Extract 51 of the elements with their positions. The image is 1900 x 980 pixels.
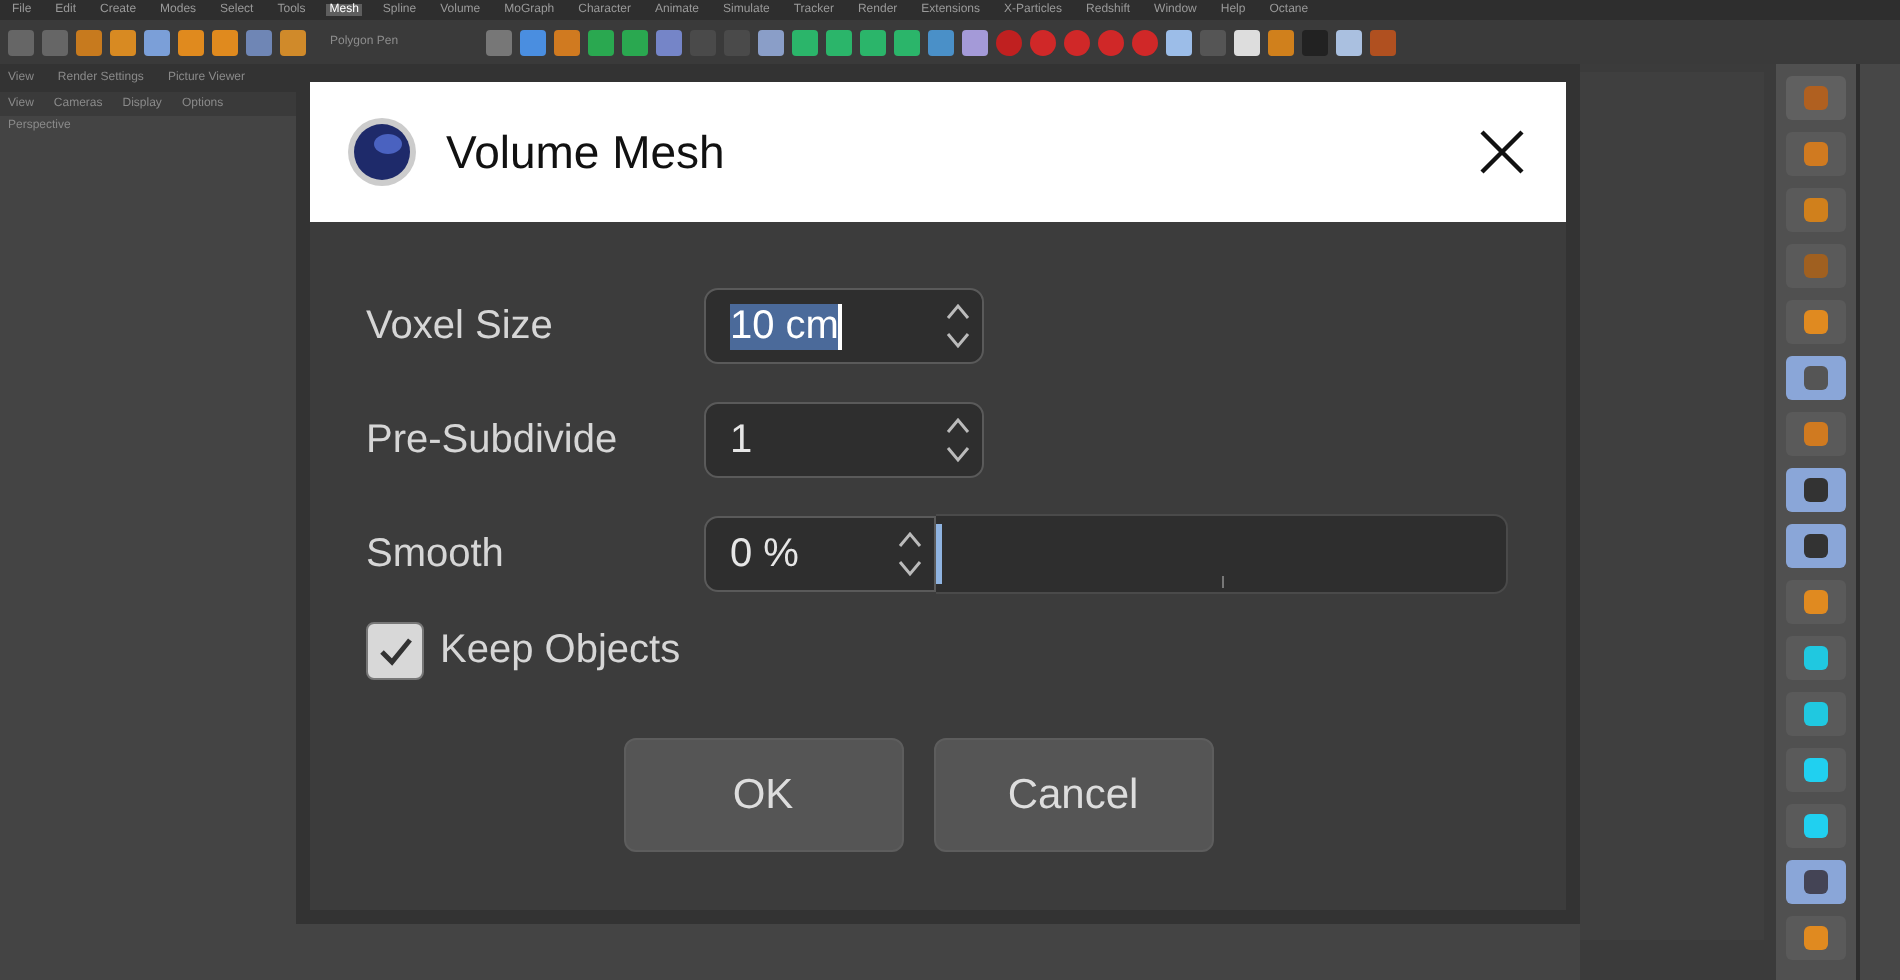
- app-logo-icon: [346, 116, 418, 188]
- field-label: Pre-Subdivide: [366, 417, 620, 463]
- toolbar-icon[interactable]: [1166, 29, 1193, 55]
- tool-icon[interactable]: [1786, 860, 1846, 904]
- checkbox-label: Keep Objects: [440, 628, 681, 674]
- toolbar-icon[interactable]: [178, 29, 204, 55]
- toolbar-icon[interactable]: [554, 29, 581, 55]
- toolbar-icon[interactable]: [622, 29, 649, 55]
- toolbar-icon[interactable]: [1336, 29, 1363, 55]
- dialog-title: Volume Mesh: [446, 125, 727, 179]
- spinner-arrows-icon[interactable]: [896, 526, 924, 582]
- slider-thumb[interactable]: [936, 524, 942, 584]
- tool-icon[interactable]: [1786, 412, 1846, 456]
- spinner-arrows-icon[interactable]: [944, 412, 972, 468]
- number-field[interactable]: 10 cm: [704, 288, 984, 364]
- toolbar-icon[interactable]: [860, 29, 887, 55]
- toolbar-icon[interactable]: [110, 29, 136, 55]
- toolbar-icon[interactable]: [792, 29, 819, 55]
- field-label: Voxel Size: [366, 303, 555, 349]
- tool-icon[interactable]: [1786, 636, 1846, 680]
- toolbar-icon[interactable]: [826, 29, 853, 55]
- toolbar-icon[interactable]: [520, 29, 547, 55]
- tool-icon[interactable]: [1786, 748, 1846, 792]
- number-field[interactable]: 1: [704, 402, 984, 478]
- toolbar-icon[interactable]: [280, 29, 306, 55]
- tool-icon[interactable]: [1786, 132, 1846, 176]
- tool-icon[interactable]: [1786, 804, 1846, 848]
- ok-button[interactable]: OK: [623, 738, 903, 852]
- toolbar-icon[interactable]: [962, 29, 989, 55]
- toolbar-icon[interactable]: [1234, 29, 1261, 55]
- tool-icon[interactable]: [1786, 916, 1846, 960]
- close-icon[interactable]: [1478, 128, 1526, 176]
- toolbar-icon[interactable]: [212, 29, 238, 55]
- tool-icon[interactable]: [1786, 300, 1846, 344]
- field-label: Smooth: [366, 531, 506, 577]
- spinner-arrows-icon[interactable]: [944, 298, 972, 354]
- tool-icon[interactable]: [1786, 524, 1846, 568]
- number-field[interactable]: 0 %: [704, 516, 936, 592]
- toolbar-icon[interactable]: [144, 29, 170, 55]
- tool-icon[interactable]: [1786, 468, 1846, 512]
- checkbox[interactable]: [366, 622, 424, 680]
- tool-icon[interactable]: [1786, 580, 1846, 624]
- tool-icon[interactable]: [1786, 692, 1846, 736]
- toolbar-icon[interactable]: [76, 29, 102, 55]
- tool-icon[interactable]: [1786, 188, 1846, 232]
- toolbar-icon[interactable]: [588, 29, 615, 55]
- toolbar-icon[interactable]: [758, 29, 785, 55]
- toolbar-icon[interactable]: [894, 29, 921, 55]
- toolbar-icon[interactable]: [1268, 29, 1295, 55]
- cancel-button[interactable]: Cancel: [933, 738, 1213, 852]
- tool-icon[interactable]: [1786, 356, 1846, 400]
